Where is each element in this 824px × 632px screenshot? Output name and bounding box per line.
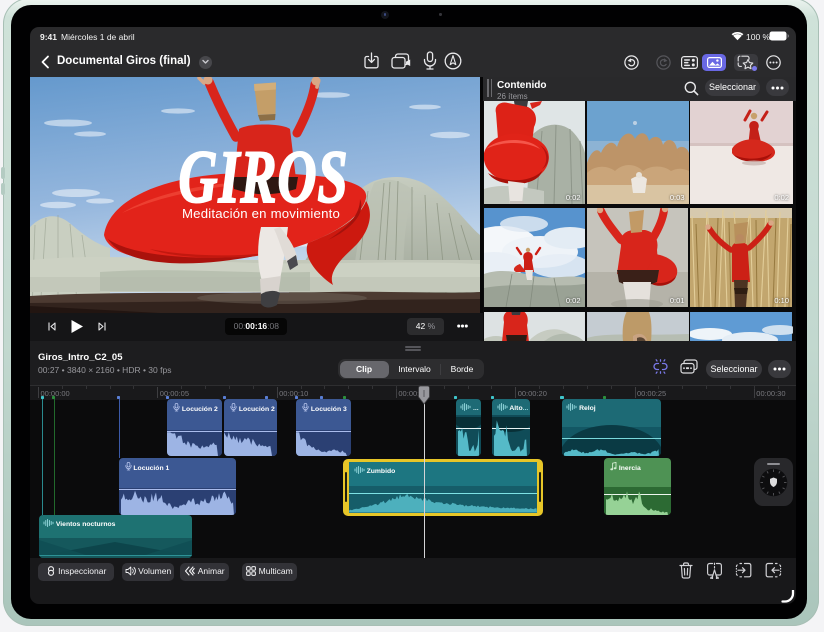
- svg-text:Meditación en movimiento: Meditación en movimiento: [182, 206, 340, 221]
